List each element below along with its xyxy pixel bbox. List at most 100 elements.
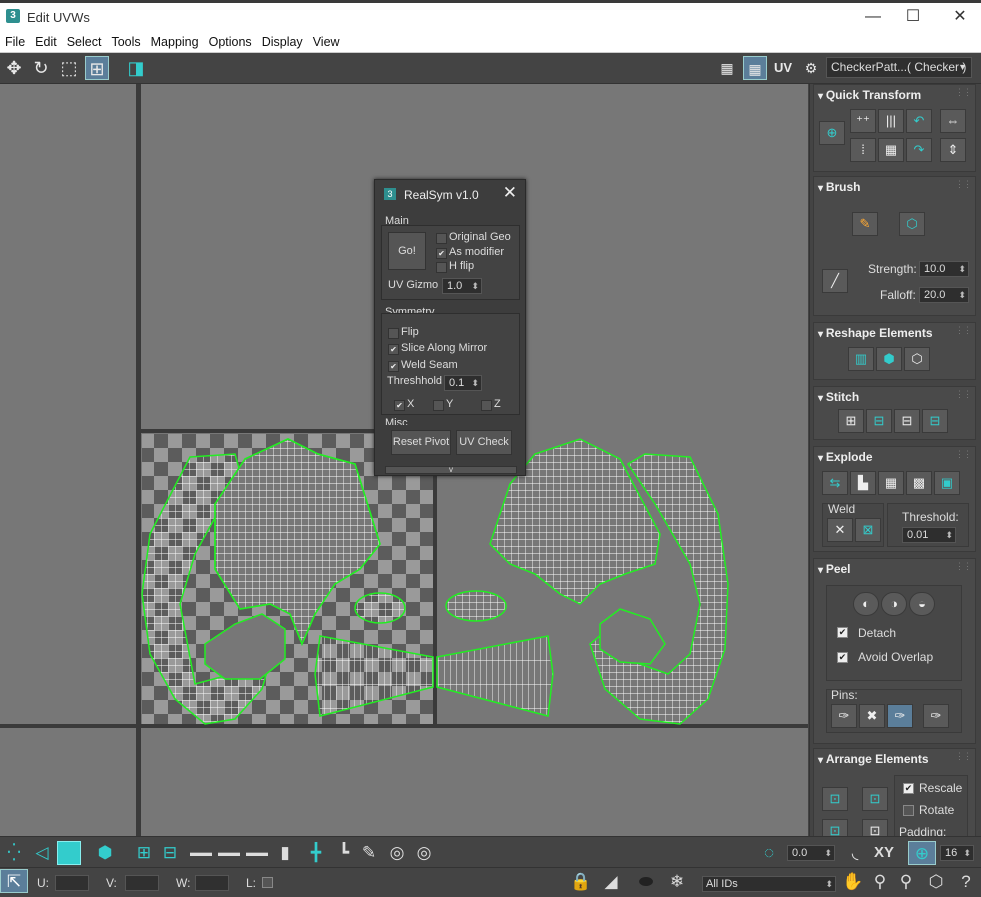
stitch-source-icon[interactable]: ⊟ xyxy=(866,409,892,433)
falloff-spinner[interactable]: 20.0 xyxy=(919,287,969,303)
explode-smoothing-icon[interactable]: ▙ xyxy=(850,471,876,495)
element-mode-icon[interactable]: ⬢ xyxy=(93,841,117,865)
uv-check-button[interactable]: UV Check xyxy=(456,430,512,455)
absolute-offset-icon[interactable]: ⇱ xyxy=(0,869,28,893)
weld-seam-checkbox[interactable]: Weld Seam xyxy=(388,359,458,372)
maximize-button[interactable]: ☐ xyxy=(898,7,928,27)
slice-along-mirror-checkbox[interactable]: Slice Along Mirror xyxy=(388,342,487,355)
w-field[interactable] xyxy=(195,875,229,891)
pan-icon[interactable]: ✋ xyxy=(842,870,864,894)
explode-threshold-spinner[interactable]: 0.01 xyxy=(902,527,956,543)
paint-select-shrink-icon[interactable]: ┗ xyxy=(333,841,355,865)
zoom-extents-icon[interactable]: ⬡ xyxy=(922,870,950,894)
snowflake-icon[interactable]: ❄ xyxy=(664,870,690,894)
select-pins-icon[interactable]: ✑ xyxy=(923,704,949,728)
align-pivot-icon[interactable]: ⊕ xyxy=(819,121,845,145)
lasso-shrink-icon[interactable]: ◎ xyxy=(413,841,435,865)
break-icon[interactable]: ⇆ xyxy=(822,471,848,495)
menu-mapping[interactable]: Mapping xyxy=(146,32,204,49)
pin-icon[interactable]: ✑ xyxy=(831,704,857,728)
weld-target-icon[interactable]: ⊠ xyxy=(855,518,881,542)
menu-select[interactable]: Select xyxy=(62,32,107,49)
pack-together-icon[interactable]: ⊡ xyxy=(862,787,888,811)
loop-icon[interactable]: ▬▬ xyxy=(188,841,214,865)
rotate-ccw-icon[interactable]: ↶ xyxy=(906,109,932,133)
detach-checkbox[interactable]: ✔ xyxy=(837,627,848,638)
edge-mode-icon[interactable]: ◁ xyxy=(30,841,54,865)
explode-checker-icon[interactable]: ▩ xyxy=(906,471,932,495)
go-button[interactable]: Go! xyxy=(388,232,426,270)
vertex-mode-icon[interactable]: ⁛ xyxy=(2,841,26,865)
align-center-icon[interactable]: ▦ xyxy=(878,138,904,162)
material-ids-dropdown[interactable]: All IDs xyxy=(702,876,836,892)
peel-header[interactable]: Peel xyxy=(818,562,851,576)
uv-label[interactable]: UV xyxy=(771,56,795,80)
h-flip-checkbox[interactable]: H flip xyxy=(436,260,474,273)
reshape-header[interactable]: Reshape Elements xyxy=(818,326,933,340)
space-vertical-icon[interactable]: ||| xyxy=(878,109,904,133)
explode-header[interactable]: Explode xyxy=(818,450,873,464)
as-modifier-checkbox[interactable]: As modifier xyxy=(436,246,504,259)
reset-pivot-button[interactable]: Reset Pivot xyxy=(391,430,451,455)
reset-peel-icon[interactable]: ◒ xyxy=(909,592,935,616)
auto-pin-icon[interactable]: ✑ xyxy=(887,704,913,728)
menu-view[interactable]: View xyxy=(308,32,345,49)
uv-viewport[interactable]: 3 RealSym v1.0 ✕ Main Go! Original Geo A… xyxy=(0,84,808,836)
weld-selected-icon[interactable]: ✕ xyxy=(827,518,853,542)
select-shrink-icon[interactable]: ⊟ xyxy=(158,841,182,865)
menu-display[interactable]: Display xyxy=(257,32,308,49)
zoom-region-icon[interactable]: ⚲ xyxy=(894,870,918,894)
paint-select-icon[interactable]: ╋ xyxy=(305,841,327,865)
straighten-icon[interactable]: ▥ xyxy=(848,347,874,371)
rotate-checkbox[interactable] xyxy=(903,805,914,816)
relax-settings-icon[interactable]: ⬡ xyxy=(904,347,930,371)
flip-vertical-icon[interactable]: ⇕ xyxy=(940,138,966,162)
dialog-close-icon[interactable]: ✕ xyxy=(503,183,517,203)
loop-grow-icon[interactable]: ▬▬ xyxy=(216,841,242,865)
x-axis-checkbox[interactable]: X xyxy=(394,398,414,411)
brush-header[interactable]: Brush xyxy=(818,180,861,194)
zoom-icon[interactable]: ⚲ xyxy=(868,870,892,894)
lock-icon[interactable]: 🔒 xyxy=(570,870,592,894)
relax-icon[interactable]: ⬢ xyxy=(876,347,902,371)
paint-move-icon[interactable]: ✎ xyxy=(852,212,878,236)
quick-peel-icon[interactable]: ◐ xyxy=(853,592,879,616)
arrange-header[interactable]: Arrange Elements xyxy=(818,752,929,766)
strength-spinner[interactable]: 10.0 xyxy=(919,261,969,277)
help-icon[interactable]: ? xyxy=(954,870,978,894)
align-vertical-icon[interactable]: ⁞ xyxy=(850,138,876,162)
explode-selection-icon[interactable]: ▣ xyxy=(934,471,960,495)
polygon-mode-icon[interactable] xyxy=(57,841,81,865)
collapse-button[interactable]: v xyxy=(385,466,517,474)
rescale-checkbox[interactable]: ✔ xyxy=(903,783,914,794)
minimize-button[interactable]: — xyxy=(858,7,888,27)
peel-mode-icon[interactable]: ◑ xyxy=(881,592,907,616)
falloff-curve-icon[interactable]: ◟ xyxy=(843,841,867,865)
pack-normalize-icon[interactable]: ⊡ xyxy=(822,819,848,836)
uv-islands-right[interactable] xyxy=(436,438,729,725)
grid-count-spinner[interactable]: 16 xyxy=(940,845,974,861)
original-geo-checkbox[interactable]: Original Geo xyxy=(436,231,511,244)
stitch-average-icon[interactable]: ⊟ xyxy=(922,409,948,433)
stitch-target-icon[interactable]: ⊟ xyxy=(894,409,920,433)
menu-file[interactable]: File xyxy=(0,32,30,49)
v-field[interactable] xyxy=(125,875,159,891)
align-horizontal-icon[interactable]: ⁺⁺ xyxy=(850,109,876,133)
rotate-icon[interactable]: ↻ xyxy=(29,56,53,80)
select-grow-icon[interactable]: ⊞ xyxy=(132,841,156,865)
soft-select-spinner[interactable]: 0.0 xyxy=(787,845,835,861)
avoid-overlap-checkbox[interactable]: ✔ xyxy=(837,652,848,663)
ring-icon[interactable]: ▬▬ xyxy=(244,841,270,865)
texture-settings-icon[interactable]: ⚙ xyxy=(799,56,823,80)
stitch-header[interactable]: Stitch xyxy=(818,390,859,404)
threshold-spinner[interactable]: 0.1 xyxy=(444,375,482,391)
freeze-icon[interactable]: ⬬ xyxy=(633,870,659,894)
relax-brush-icon[interactable]: ⬡ xyxy=(899,212,925,236)
mirror-icon[interactable]: ◨ xyxy=(124,56,148,80)
rotate-cw-icon[interactable]: ↷ xyxy=(906,138,932,162)
flip-horizontal-icon[interactable]: ⇔ xyxy=(940,109,966,133)
texture-dropdown[interactable]: CheckerPatt...( Checker ) ▼ xyxy=(826,57,972,78)
stitch-custom-icon[interactable]: ⊞ xyxy=(838,409,864,433)
brush-select-icon[interactable]: ✎ xyxy=(358,841,380,865)
y-axis-checkbox[interactable]: Y xyxy=(433,398,453,411)
